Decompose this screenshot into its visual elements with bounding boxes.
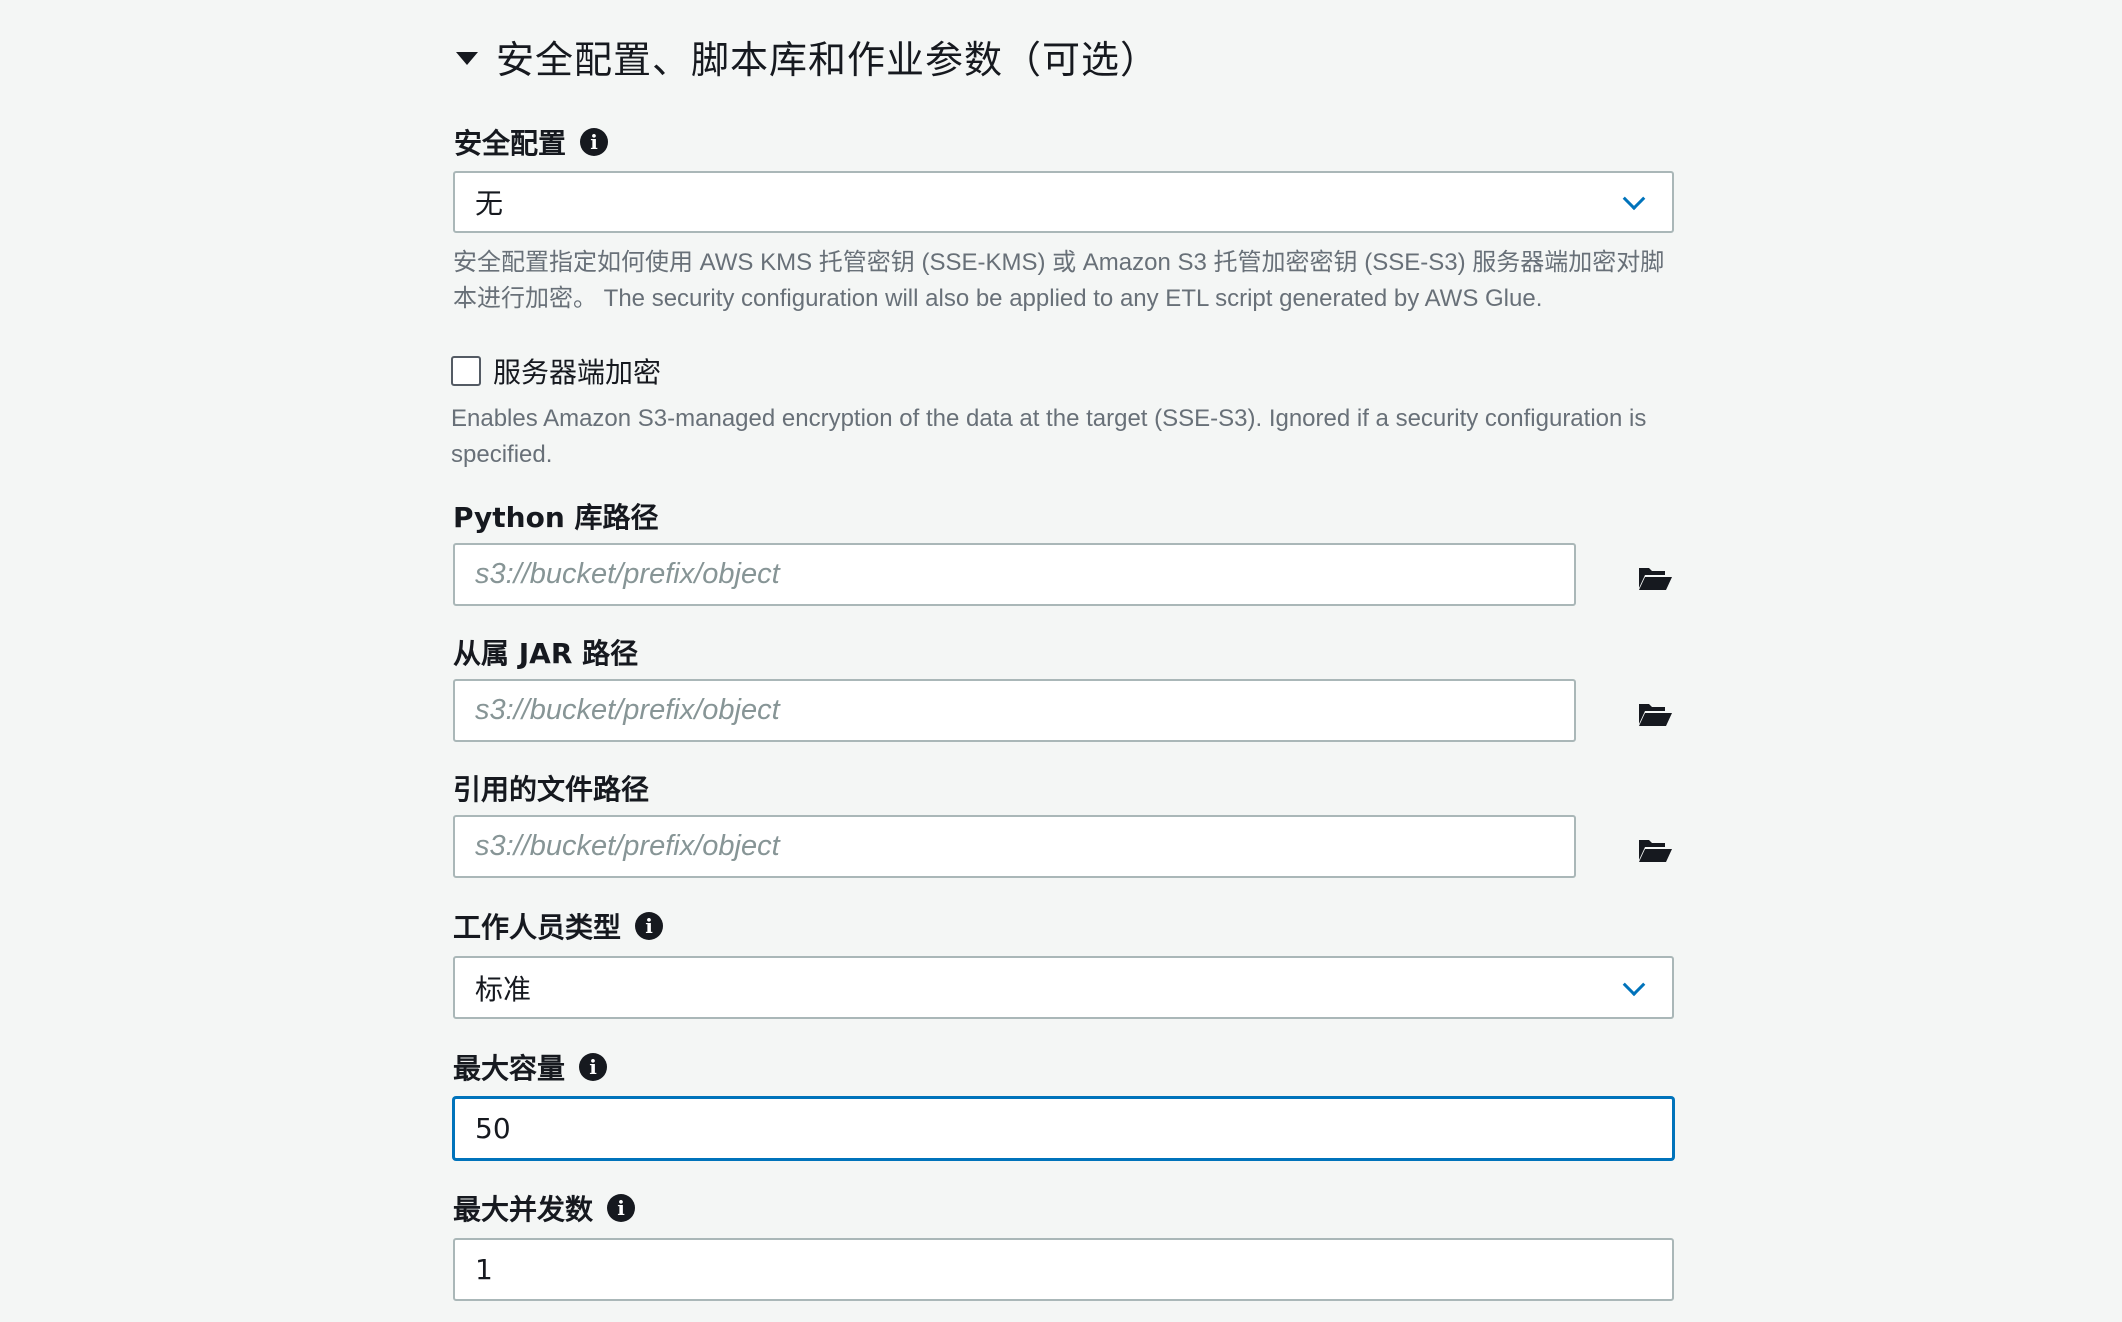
info-icon[interactable]: i xyxy=(635,912,664,940)
security-config-select[interactable]: 无 xyxy=(453,171,1674,233)
python-lib-input[interactable]: s3://bucket/prefix/object xyxy=(453,543,1576,606)
python-lib-label: Python 库路径 xyxy=(453,501,659,534)
info-icon[interactable]: i xyxy=(580,128,609,156)
section-title: 安全配置、脚本库和作业参数（可选） xyxy=(496,37,1160,82)
files-path-browse-button[interactable] xyxy=(1633,830,1677,870)
max-capacity-value: 50 xyxy=(475,1112,511,1145)
max-capacity-input[interactable]: 50 xyxy=(453,1097,1674,1160)
worker-type-select[interactable]: 标准 xyxy=(453,956,1674,1019)
folder-open-icon xyxy=(1639,704,1672,726)
max-capacity-label-row: 最大容量 i xyxy=(453,1045,608,1089)
max-concurrency-label-row: 最大并发数 i xyxy=(453,1186,636,1230)
info-icon[interactable]: i xyxy=(579,1053,608,1081)
max-capacity-label: 最大容量 xyxy=(453,1052,566,1085)
python-lib-placeholder: s3://bucket/prefix/object xyxy=(475,558,780,590)
python-lib-browse-button[interactable] xyxy=(1633,558,1677,598)
files-path-input[interactable]: s3://bucket/prefix/object xyxy=(453,815,1576,878)
sse-checkbox-row[interactable]: 服务器端加密 xyxy=(451,351,661,391)
sse-label: 服务器端加密 xyxy=(493,356,662,389)
sse-help-line2: specified. xyxy=(451,441,553,468)
worker-type-value: 标准 xyxy=(475,972,532,1006)
max-concurrency-input[interactable]: 1 xyxy=(453,1238,1674,1301)
max-concurrency-value: 1 xyxy=(475,1253,493,1286)
folder-open-icon xyxy=(1639,840,1672,862)
chevron-down-icon xyxy=(1622,187,1646,211)
info-icon[interactable]: i xyxy=(607,1194,636,1222)
max-concurrency-label: 最大并发数 xyxy=(453,1193,594,1226)
chevron-down-icon xyxy=(1622,972,1646,996)
jar-path-input[interactable]: s3://bucket/prefix/object xyxy=(453,679,1576,742)
sse-help-line1: Enables Amazon S3-managed encryption of … xyxy=(451,405,1647,432)
security-config-help-line2: 本进行加密。 The security configuration will a… xyxy=(453,285,1543,312)
security-config-help: 安全配置指定如何使用 AWS KMS 托管密钥 (SSE-KMS) 或 Amaz… xyxy=(453,245,1683,317)
files-path-label: 引用的文件路径 xyxy=(453,773,650,806)
security-config-label-row: 安全配置 i xyxy=(454,120,609,164)
worker-type-label: 工作人员类型 xyxy=(453,911,622,944)
sse-checkbox[interactable] xyxy=(451,356,481,386)
jar-path-placeholder: s3://bucket/prefix/object xyxy=(475,694,780,726)
caret-down-icon xyxy=(456,51,478,65)
sse-help: Enables Amazon S3-managed encryption of … xyxy=(451,401,1691,473)
files-path-placeholder: s3://bucket/prefix/object xyxy=(475,830,780,862)
jar-path-label: 从属 JAR 路径 xyxy=(453,637,639,670)
worker-type-label-row: 工作人员类型 i xyxy=(453,904,664,948)
jar-path-browse-button[interactable] xyxy=(1633,694,1677,734)
section-toggle[interactable]: 安全配置、脚本库和作业参数（可选） xyxy=(456,28,1159,84)
security-config-value: 无 xyxy=(475,187,504,220)
folder-open-icon xyxy=(1639,568,1672,590)
security-config-label: 安全配置 xyxy=(454,127,567,160)
security-config-help-line1: 安全配置指定如何使用 AWS KMS 托管密钥 (SSE-KMS) 或 Amaz… xyxy=(453,249,1665,276)
